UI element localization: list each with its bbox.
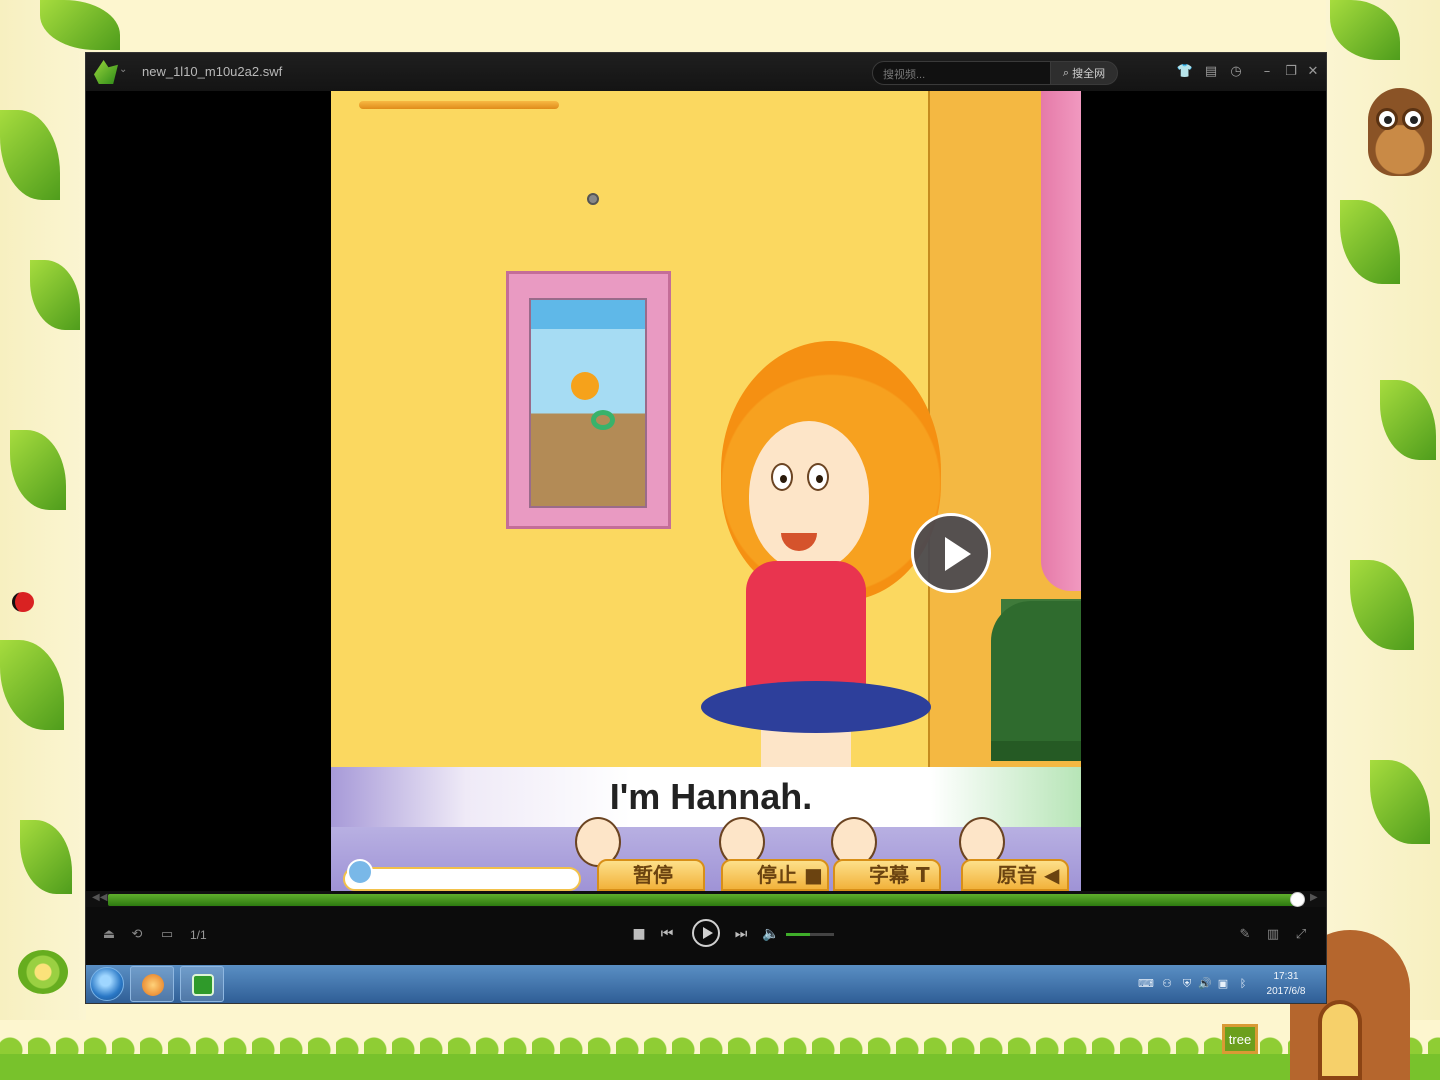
- eject-icon[interactable]: ⏏: [100, 926, 118, 944]
- search-icon: ⌕: [1062, 66, 1070, 79]
- player-app-icon: [192, 974, 214, 996]
- swf-progress-bar[interactable]: [343, 867, 581, 891]
- history-icon[interactable]: ◷: [1227, 63, 1245, 81]
- repeat-icon[interactable]: ⟲: [128, 926, 146, 944]
- app-logo-icon[interactable]: [94, 60, 118, 84]
- scene-chair: [991, 601, 1081, 761]
- character-face: [749, 421, 869, 571]
- search-button-label: 搜全网: [1072, 68, 1106, 80]
- seek-knob[interactable]: [1290, 892, 1306, 907]
- clock-time: 17:31: [1273, 971, 1299, 982]
- seek-fill: [108, 894, 1299, 906]
- volume-fill: [786, 933, 810, 936]
- start-button[interactable]: [90, 967, 124, 1001]
- clock-date: 2017/6/8: [1266, 986, 1306, 997]
- video-canvas[interactable]: I'm Hannah. 暂停 ❚❚ 停止 ■ 字幕 T 原音 ◀: [331, 91, 1081, 891]
- play-button[interactable]: [692, 919, 720, 947]
- picture-frame: [506, 271, 671, 529]
- swf-original-audio-button[interactable]: 原音 ◀: [961, 859, 1069, 891]
- minimize-icon[interactable]: –: [1258, 63, 1276, 81]
- shield-icon[interactable]: ⛨: [1180, 977, 1194, 991]
- stop-button[interactable]: ■: [630, 925, 648, 943]
- swf-stop-label: 停止: [757, 863, 797, 887]
- character-eye: [771, 463, 793, 491]
- character-eye: [807, 463, 829, 491]
- swf-stop-button[interactable]: 停止 ■: [721, 859, 829, 891]
- big-play-button[interactable]: [911, 513, 991, 593]
- grass-ground: [0, 1054, 1440, 1080]
- restore-icon[interactable]: ❐: [1282, 63, 1300, 81]
- control-bar: ⏏ ⟲ ▭ 1/1 ■ ⏮ ⏭ 🔈 ✎ ▥ ⤢: [86, 907, 1326, 965]
- title-bar: ⌄ new_1l10_m10u2a2.swf 搜视频... ⌕ 搜全网 👕 ▤ …: [86, 53, 1326, 91]
- chevron-down-icon[interactable]: ⌄: [119, 64, 127, 75]
- monitor-icon[interactable]: ▣: [1216, 977, 1230, 990]
- next-button[interactable]: ⏭: [732, 925, 750, 943]
- ladybug-decoration: [12, 592, 34, 612]
- text-icon: T: [915, 863, 930, 887]
- previous-button[interactable]: ⏮: [658, 925, 676, 943]
- stop-icon: ■: [803, 863, 823, 887]
- seek-back-icon[interactable]: ◀◀: [92, 892, 107, 903]
- picture-nail: [587, 193, 599, 205]
- owl-eye: [1376, 108, 1398, 130]
- file-title: new_1l10_m10u2a2.swf: [142, 64, 283, 79]
- taskbar-clock[interactable]: 17:31 2017/6/8: [1256, 969, 1316, 999]
- browser-icon: [142, 974, 164, 996]
- taskbar-app-player[interactable]: [180, 966, 224, 1002]
- tree-house-door: [1318, 1000, 1362, 1080]
- tree-sign: tree: [1222, 1024, 1258, 1054]
- snail-decoration: [18, 950, 68, 994]
- message-icon[interactable]: ▤: [1202, 63, 1220, 81]
- close-icon[interactable]: ✕: [1304, 63, 1322, 81]
- owl-eye: [1402, 108, 1424, 130]
- swf-pause-button[interactable]: 暂停 ❚❚: [597, 859, 705, 891]
- swf-subtitle-label: 字幕: [869, 863, 909, 887]
- seek-forward-icon[interactable]: ▶: [1310, 892, 1318, 903]
- playlist-count: 1/1: [190, 928, 207, 942]
- bluetooth-icon[interactable]: ᛒ: [1236, 977, 1250, 990]
- swf-subtitle-button[interactable]: 字幕 T: [833, 859, 941, 891]
- tool-icon[interactable]: ✎: [1236, 926, 1254, 944]
- picture-swim-ring: [591, 410, 615, 430]
- picture-girl: [571, 372, 599, 400]
- keyboard-icon[interactable]: ⌨: [1138, 977, 1154, 990]
- taskbar: ⌨ ⚇ ⛨ 🔊 ▣ ᛒ 17:31 2017/6/8: [86, 965, 1326, 1003]
- bird-icon: [347, 859, 373, 885]
- search-button[interactable]: ⌕ 搜全网: [1050, 61, 1118, 85]
- taskbar-app-browser[interactable]: [130, 966, 174, 1002]
- owl-decoration: [1368, 88, 1432, 176]
- speaker-tray-icon[interactable]: 🔊: [1198, 977, 1212, 990]
- skin-icon[interactable]: 👕: [1176, 63, 1194, 81]
- media-player-window: ⌄ new_1l10_m10u2a2.swf 搜视频... ⌕ 搜全网 👕 ▤ …: [86, 53, 1326, 1003]
- swf-original-audio-label: 原音: [997, 863, 1037, 887]
- swf-pause-label: 暂停: [633, 863, 673, 887]
- search-input[interactable]: 搜视频...: [872, 61, 1052, 85]
- fullscreen-icon[interactable]: ⤢: [1292, 926, 1310, 944]
- speaker-icon: ◀: [1043, 863, 1060, 887]
- network-icon[interactable]: ⚇: [1160, 977, 1174, 990]
- character-skirt: [701, 681, 931, 733]
- subtitle-text: I'm Hannah.: [609, 776, 813, 817]
- seek-bar[interactable]: ◀◀ ▶: [86, 891, 1326, 907]
- swf-progress-fill: [359, 101, 559, 109]
- beach-picture: [529, 298, 647, 508]
- volume-icon[interactable]: 🔈: [762, 925, 780, 943]
- playlist-icon[interactable]: ▭: [158, 926, 176, 944]
- scene-curtain: [1041, 91, 1081, 591]
- layout-icon[interactable]: ▥: [1264, 926, 1282, 944]
